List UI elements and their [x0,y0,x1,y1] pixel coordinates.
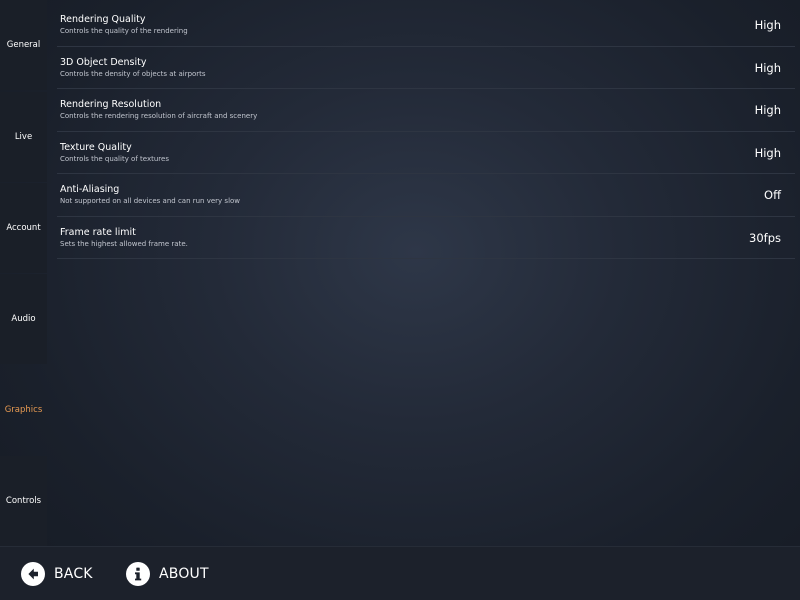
setting-row-3d-object-density[interactable]: 3D Object Density Controls the density o… [57,47,795,89]
back-label: BACK [54,566,93,582]
setting-title: Frame rate limit [60,226,136,238]
sidebar-item-audio[interactable]: Audio [0,274,47,364]
setting-description: Controls the density of objects at airpo… [60,69,206,78]
setting-description: Not supported on all devices and can run… [60,197,241,205]
setting-row-texture-quality[interactable]: Texture Quality Controls the quality of … [57,132,795,174]
setting-value[interactable]: High [755,103,781,117]
setting-value[interactable]: 30fps [749,231,781,245]
arrow-left-circle-icon [21,562,45,586]
about-button[interactable]: ABOUT [126,561,209,587]
setting-description: Controls the quality of textures [60,154,169,163]
sidebar-item-label: Graphics [4,405,43,415]
setting-title: 3D Object Density [60,56,147,68]
setting-row-frame-rate-limit[interactable]: Frame rate limit Sets the highest allowe… [57,217,795,259]
graphics-settings-list: Rendering Quality Controls the quality o… [57,4,795,259]
setting-title: Texture Quality [60,141,132,153]
sidebar-item-controls[interactable]: Controls [0,456,47,546]
setting-row-anti-aliasing[interactable]: Anti-Aliasing Not supported on all devic… [57,174,795,217]
setting-description: Controls the quality of the rendering [60,27,188,35]
setting-value[interactable]: High [755,18,781,32]
sidebar-item-label: Audio [11,314,36,324]
about-label: ABOUT [159,566,209,582]
setting-row-rendering-quality[interactable]: Rendering Quality Controls the quality o… [57,4,795,47]
setting-title: Anti-Aliasing [60,184,120,195]
sidebar-item-label: Account [6,223,41,233]
setting-value[interactable]: Off [764,188,781,202]
sidebar: General Live Account Audio Graphics Cont… [0,0,47,546]
setting-title: Rendering Resolution [60,99,162,110]
setting-row-rendering-resolution[interactable]: Rendering Resolution Controls the render… [57,89,795,132]
setting-title: Rendering Quality [60,14,146,25]
back-button[interactable]: BACK [21,561,93,587]
sidebar-item-live[interactable]: Live [0,92,47,182]
setting-value[interactable]: High [755,61,781,75]
bottom-bar: BACK ABOUT [0,546,800,600]
sidebar-item-label: Live [14,132,33,142]
setting-value[interactable]: High [755,146,781,160]
setting-description: Controls the rendering resolution of air… [60,112,258,120]
info-circle-icon [126,562,150,586]
sidebar-item-label: Controls [5,496,42,506]
sidebar-item-account[interactable]: Account [0,183,47,273]
sidebar-item-graphics[interactable]: Graphics [0,365,47,455]
setting-description: Sets the highest allowed frame rate. [60,239,188,248]
sidebar-item-general[interactable]: General [0,0,47,90]
sidebar-item-label: General [6,40,41,50]
